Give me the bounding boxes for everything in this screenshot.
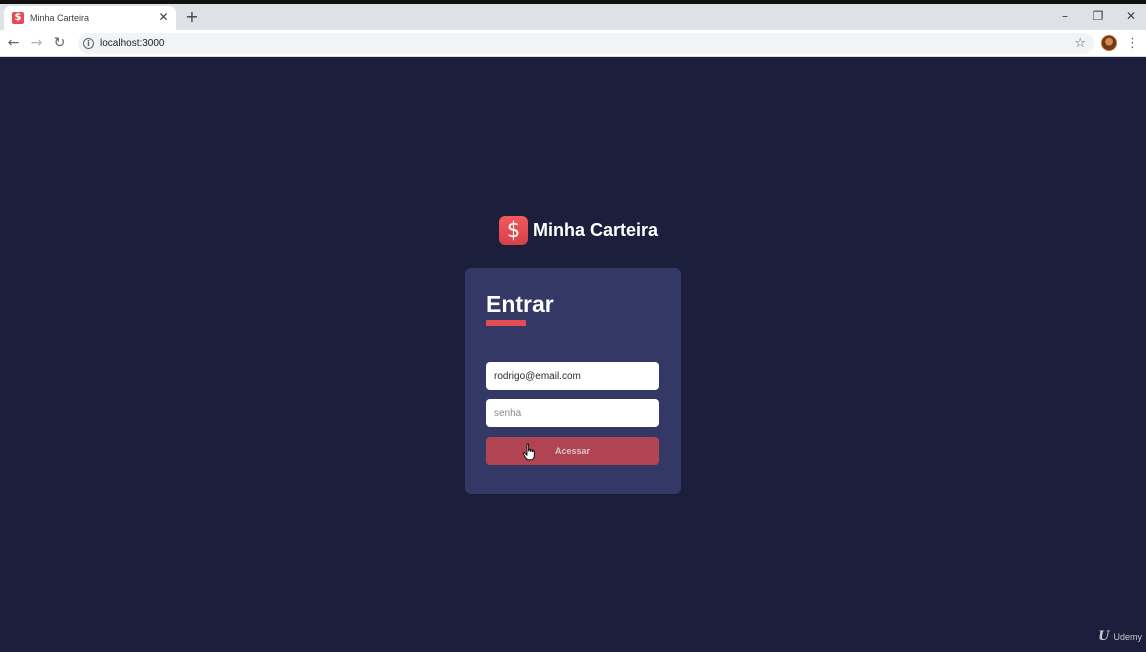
profile-avatar[interactable] bbox=[1101, 35, 1117, 51]
close-tab-icon[interactable]: ✕ bbox=[157, 11, 170, 24]
minimize-icon[interactable]: – bbox=[1055, 8, 1075, 24]
login-button[interactable]: Acessar bbox=[486, 437, 659, 465]
reload-icon[interactable]: ↻ bbox=[51, 35, 68, 52]
watermark-text: Udemy bbox=[1113, 631, 1142, 642]
tab-strip: $ Minha Carteira ✕ + – ❐ ✕ bbox=[0, 4, 1146, 30]
page-viewport: $ Minha Carteira Entrar Acessar bbox=[0, 58, 1146, 652]
url-text[interactable]: localhost:3000 bbox=[100, 38, 165, 49]
udemy-logo-icon: U bbox=[1098, 629, 1110, 644]
form-title: Entrar bbox=[486, 291, 554, 317]
forward-icon[interactable]: → bbox=[28, 35, 45, 52]
favicon-dollar-icon: $ bbox=[12, 12, 24, 24]
login-form: Entrar Acessar bbox=[465, 268, 681, 494]
browser-toolbar: ← → ↻ i localhost:3000 ☆ ⋮ bbox=[0, 30, 1146, 57]
brand-name: Minha Carteira bbox=[533, 220, 659, 240]
tab-minha-carteira[interactable]: $ Minha Carteira ✕ bbox=[4, 6, 176, 30]
dollar-icon: $ bbox=[499, 216, 528, 245]
email-field[interactable] bbox=[486, 362, 659, 390]
title-underline bbox=[486, 320, 526, 326]
site-info-icon[interactable]: i bbox=[83, 38, 94, 49]
back-icon[interactable]: ← bbox=[5, 35, 22, 52]
app-logo: $ Minha Carteira bbox=[499, 216, 658, 245]
kebab-menu-icon[interactable]: ⋮ bbox=[1126, 35, 1139, 52]
bookmark-star-icon[interactable]: ☆ bbox=[1074, 35, 1086, 52]
close-window-icon[interactable]: ✕ bbox=[1121, 8, 1141, 24]
restore-icon[interactable]: ❐ bbox=[1088, 8, 1108, 24]
address-bar[interactable]: i localhost:3000 ☆ bbox=[78, 33, 1094, 54]
password-field[interactable] bbox=[486, 399, 659, 427]
udemy-watermark: U Udemy bbox=[1098, 629, 1142, 644]
hand-pointer-icon bbox=[522, 443, 535, 461]
new-tab-icon[interactable]: + bbox=[184, 9, 200, 25]
browser-window: $ Minha Carteira ✕ + – ❐ ✕ ← → ↻ i local… bbox=[0, 0, 1146, 652]
tab-title: Minha Carteira bbox=[30, 13, 90, 23]
